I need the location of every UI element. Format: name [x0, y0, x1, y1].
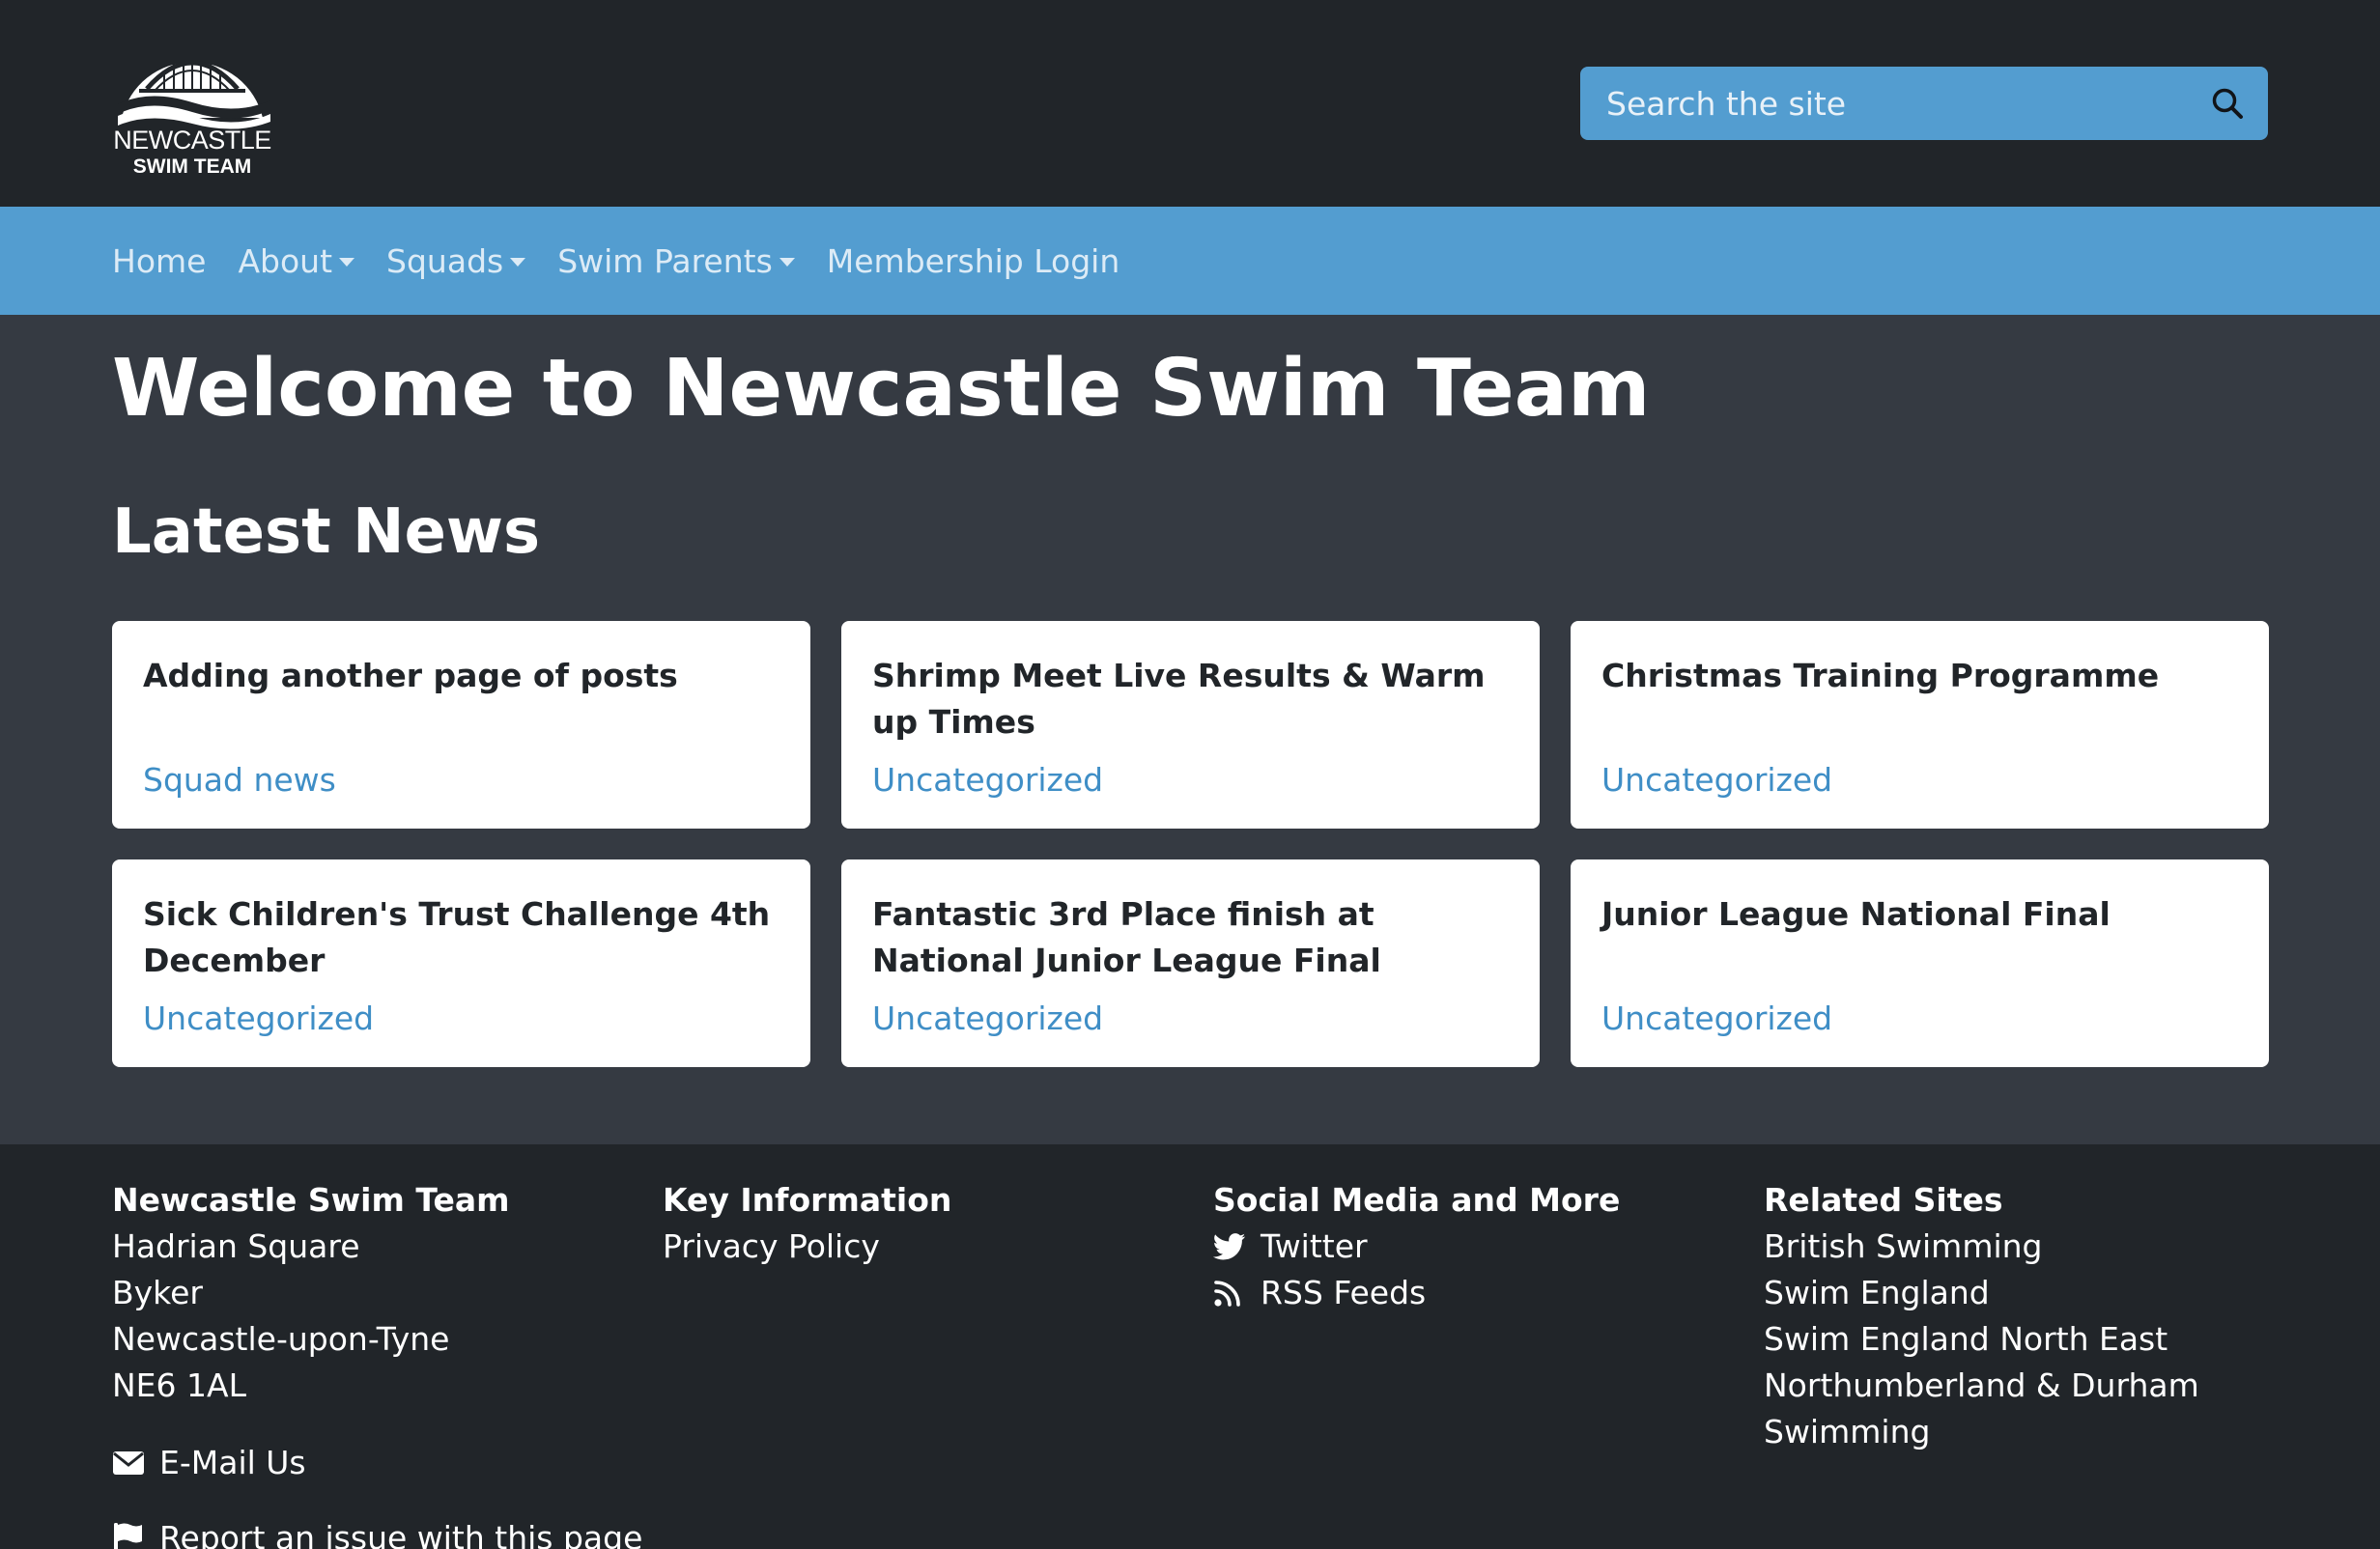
- twitter-link[interactable]: Twitter: [1213, 1224, 1754, 1270]
- news-card-title[interactable]: Shrimp Meet Live Results & Warm up Times: [872, 653, 1509, 746]
- search-input[interactable]: [1580, 67, 2186, 140]
- news-card-category[interactable]: Uncategorized: [872, 1000, 1103, 1037]
- search-icon: [2212, 88, 2243, 119]
- caret-down-icon: [510, 257, 526, 267]
- logo-text-line1: NEWCASTLE: [113, 126, 271, 155]
- footer-col-social: Social Media and More Twitter RSS Feeds: [1213, 1177, 1754, 1316]
- latest-news-heading: Latest News: [112, 496, 541, 568]
- related-site-link[interactable]: Swim England North East: [1764, 1316, 2285, 1363]
- nav-item-label: Home: [112, 241, 207, 280]
- site-footer: Newcastle Swim Team Hadrian Square Byker…: [0, 1144, 2380, 1549]
- footer-col-club: Newcastle Swim Team Hadrian Square Byker…: [112, 1177, 653, 1549]
- privacy-policy-link[interactable]: Privacy Policy: [663, 1224, 1204, 1270]
- news-card-category[interactable]: Uncategorized: [872, 761, 1103, 799]
- page-title: Welcome to Newcastle Swim Team: [112, 343, 1651, 435]
- flag-icon: [112, 1522, 149, 1549]
- nav-item-about[interactable]: About: [238, 241, 355, 280]
- main-navbar: Home About Squads Swim Parents Membershi…: [0, 207, 2380, 315]
- related-site-link[interactable]: British Swimming: [1764, 1224, 2285, 1270]
- search-button[interactable]: [2202, 78, 2252, 128]
- related-site-link[interactable]: Swim England: [1764, 1270, 2285, 1316]
- news-card: Adding another page of posts Squad news: [112, 621, 810, 829]
- news-card: Shrimp Meet Live Results & Warm up Times…: [841, 621, 1540, 829]
- twitter-label: Twitter: [1261, 1227, 1368, 1265]
- email-us-link[interactable]: E-Mail Us: [112, 1440, 653, 1486]
- news-card-title[interactable]: Sick Children's Trust Challenge 4th Dece…: [143, 891, 779, 984]
- nav-item-label: Squads: [386, 241, 504, 280]
- news-card-category[interactable]: Squad news: [143, 761, 336, 799]
- news-card-category[interactable]: Uncategorized: [1601, 1000, 1832, 1037]
- footer-club-heading: Newcastle Swim Team: [112, 1181, 510, 1219]
- footer-col-key-info: Key Information Privacy Policy: [663, 1177, 1204, 1270]
- news-grid: Adding another page of posts Squad news …: [112, 621, 2269, 1067]
- address-line: Byker: [112, 1274, 203, 1311]
- news-card-category[interactable]: Uncategorized: [1601, 761, 1832, 799]
- footer-key-info-heading: Key Information: [663, 1181, 952, 1219]
- footer-social-heading: Social Media and More: [1213, 1181, 1621, 1219]
- nav-item-label: Membership Login: [826, 241, 1120, 280]
- nav-item-membership-login[interactable]: Membership Login: [827, 242, 1119, 280]
- news-card-title[interactable]: Christmas Training Programme: [1601, 653, 2238, 699]
- nav-item-home[interactable]: Home: [112, 242, 206, 280]
- nav-item-label: About: [238, 241, 333, 280]
- search-bar: [1580, 67, 2268, 140]
- nav-item-label: Swim Parents: [557, 241, 773, 280]
- address-line: NE6 1AL: [112, 1366, 246, 1404]
- news-card-category[interactable]: Uncategorized: [143, 1000, 374, 1037]
- report-issue-link[interactable]: Report an issue with this page: [112, 1515, 653, 1549]
- rss-feeds-link[interactable]: RSS Feeds: [1213, 1270, 1754, 1316]
- rss-feeds-label: RSS Feeds: [1261, 1274, 1427, 1311]
- address-line: Hadrian Square: [112, 1227, 360, 1265]
- email-us-label: E-Mail Us: [159, 1444, 306, 1481]
- footer-col-related: Related Sites British Swimming Swim Engl…: [1764, 1177, 2285, 1455]
- logo-bridge-icon: [118, 58, 270, 129]
- footer-related-heading: Related Sites: [1764, 1181, 2003, 1219]
- address-line: Newcastle-upon-Tyne: [112, 1320, 450, 1358]
- news-card: Christmas Training Programme Uncategoriz…: [1571, 621, 2269, 829]
- site-header: NEWCASTLE SWIM TEAM: [0, 0, 2380, 207]
- nav-menu: Home About Squads Swim Parents Membershi…: [112, 207, 1151, 315]
- caret-down-icon: [339, 257, 355, 267]
- nav-item-swim-parents[interactable]: Swim Parents: [557, 242, 795, 280]
- report-issue-label: Report an issue with this page: [159, 1519, 643, 1549]
- news-card: Junior League National Final Uncategoriz…: [1571, 859, 2269, 1067]
- caret-down-icon: [779, 257, 795, 267]
- site-logo[interactable]: NEWCASTLE SWIM TEAM: [110, 29, 274, 180]
- news-card: Sick Children's Trust Challenge 4th Dece…: [112, 859, 810, 1067]
- news-card-title[interactable]: Junior League National Final: [1601, 891, 2238, 938]
- nav-item-squads[interactable]: Squads: [386, 241, 526, 280]
- rss-icon: [1213, 1277, 1250, 1310]
- news-card-title[interactable]: Adding another page of posts: [143, 653, 779, 699]
- envelope-icon: [112, 1447, 149, 1479]
- twitter-icon: [1213, 1230, 1250, 1263]
- logo-text-line2: SWIM TEAM: [132, 155, 252, 178]
- news-card-title[interactable]: Fantastic 3rd Place finish at National J…: [872, 891, 1509, 984]
- news-card: Fantastic 3rd Place finish at National J…: [841, 859, 1540, 1067]
- related-site-link[interactable]: Northumberland & Durham Swimming: [1764, 1363, 2218, 1455]
